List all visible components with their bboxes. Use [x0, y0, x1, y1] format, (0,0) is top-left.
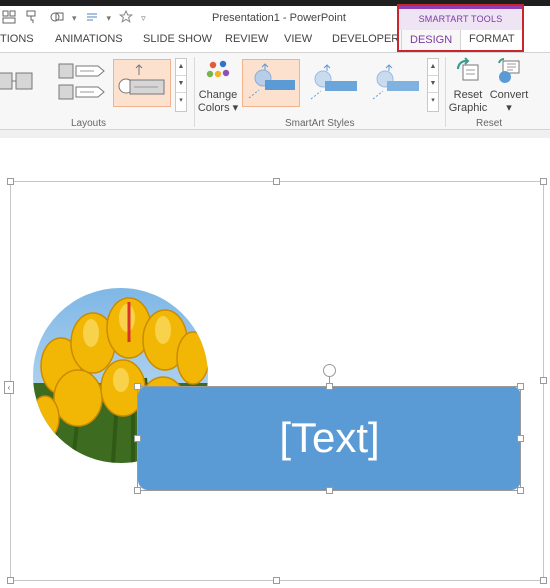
tab-view[interactable]: VIEW: [284, 33, 312, 45]
smartart-tools-highlight: SMARTART TOOLS: [397, 4, 524, 52]
scroll-down-icon[interactable]: ▼: [176, 76, 186, 93]
shape-resize-handle[interactable]: [517, 435, 524, 442]
frame-resize-handle[interactable]: [540, 377, 547, 384]
reset-graphic-label-2: Graphic: [448, 102, 488, 114]
smartart-style-2[interactable]: [305, 59, 363, 105]
window-title: Presentation1 - PowerPoint: [212, 12, 346, 24]
frame-resize-handle[interactable]: [273, 178, 280, 185]
shape-resize-handle[interactable]: [134, 383, 141, 390]
shape-resize-handle[interactable]: [517, 383, 524, 390]
convert-dropdown-icon: ▾: [506, 102, 512, 114]
quick-access-toolbar: ▾ ▾ ▿: [0, 9, 146, 27]
text-placeholder[interactable]: [Text]: [138, 386, 521, 490]
smartart-style-1-selected[interactable]: [242, 59, 300, 107]
rotate-handle-icon[interactable]: [323, 364, 336, 377]
layout-option-2[interactable]: [56, 59, 108, 105]
frame-resize-handle[interactable]: [273, 577, 280, 584]
tab-review[interactable]: REVIEW: [225, 33, 268, 45]
reset-graphic-label-1: Reset: [453, 89, 483, 101]
smartart-styles-group-label: SmartArt Styles: [285, 118, 355, 129]
format-painter-icon[interactable]: [24, 10, 42, 27]
smartart-text-shape[interactable]: [Text]: [138, 386, 521, 490]
star-icon[interactable]: [117, 9, 135, 27]
frame-resize-handle[interactable]: [7, 577, 14, 584]
shape-resize-handle[interactable]: [517, 487, 524, 494]
layouts-gallery-scroll[interactable]: ▲ ▼ ▾: [175, 58, 187, 112]
convert-button[interactable]: Convert ▾: [489, 57, 529, 115]
dropdown-arrow-icon[interactable]: ▾: [72, 13, 77, 24]
styles-gallery-scroll[interactable]: ▲ ▼ ▾: [427, 58, 439, 112]
customize-qat-icon[interactable]: ▿: [141, 13, 146, 24]
shape-resize-handle[interactable]: [134, 487, 141, 494]
more-icon[interactable]: [83, 10, 101, 27]
group-separator: [194, 57, 195, 127]
change-colors-label-2: Colors ▾: [197, 102, 239, 114]
ribbon: ▲ ▼ ▾ Layouts Change Colors ▾ ▲ ▼ ▾ Smar…: [0, 52, 550, 130]
layout-icon[interactable]: [0, 10, 18, 27]
dropdown-arrow-icon[interactable]: ▾: [107, 13, 112, 24]
reset-group-label: Reset: [476, 118, 503, 129]
tab-transitions[interactable]: TIONS: [0, 33, 34, 45]
slide-editing-area: ‹ [Text]: [0, 130, 550, 588]
expand-gallery-icon[interactable]: ▾: [176, 93, 186, 110]
tab-slide-show[interactable]: SLIDE SHOW: [143, 33, 212, 45]
change-colors-label-1: Change: [198, 89, 238, 101]
frame-resize-handle[interactable]: [7, 178, 14, 185]
expand-gallery-icon[interactable]: ▾: [428, 93, 438, 110]
smartart-tools-label: SMARTART TOOLS: [399, 6, 522, 30]
convert-label: Convert: [489, 89, 529, 101]
smartart-style-3[interactable]: [367, 59, 425, 105]
tab-animations[interactable]: ANIMATIONS: [55, 33, 123, 45]
layout-option-1[interactable]: [0, 59, 46, 105]
change-colors-button[interactable]: Change Colors ▾: [197, 57, 239, 115]
scroll-down-icon[interactable]: ▼: [428, 76, 438, 93]
reset-graphic-button[interactable]: Reset Graphic: [448, 57, 488, 115]
scroll-up-icon[interactable]: ▲: [176, 59, 186, 76]
shape-resize-handle[interactable]: [326, 383, 333, 390]
frame-resize-handle[interactable]: [540, 178, 547, 185]
layout-option-3-selected[interactable]: [113, 59, 171, 107]
text-pane-toggle-icon[interactable]: ‹: [4, 381, 14, 394]
shape-resize-handle[interactable]: [134, 435, 141, 442]
group-separator: [445, 57, 446, 127]
shape-resize-handle[interactable]: [326, 487, 333, 494]
convert-icon: [498, 58, 520, 83]
shape-icon[interactable]: [48, 10, 66, 27]
scroll-up-icon[interactable]: ▲: [428, 59, 438, 76]
frame-resize-handle[interactable]: [540, 577, 547, 584]
reset-graphic-icon: [456, 57, 479, 81]
layouts-group-label: Layouts: [71, 118, 107, 129]
color-palette-icon: [206, 60, 230, 78]
tab-developer[interactable]: DEVELOPER: [332, 33, 399, 45]
slide-canvas[interactable]: ‹ [Text]: [0, 138, 550, 588]
